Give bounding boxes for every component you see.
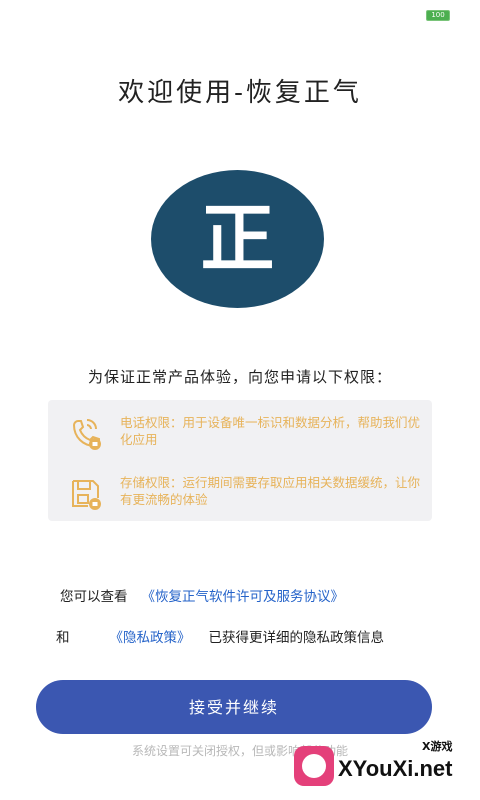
permission-list: 电话权限：用于设备唯一标识和数据分析，帮助我们优化应用 存储权限：运行期间需要存… (48, 400, 432, 521)
agreement-and: 和 (56, 630, 70, 646)
accept-continue-button[interactable]: 接受并继续 (36, 680, 432, 734)
agreement-prefix: 您可以查看 (60, 589, 128, 605)
permission-text-phone: 电话权限：用于设备唯一标识和数据分析，帮助我们优化应用 (120, 415, 421, 447)
app-logo: 正 (151, 170, 324, 308)
gamepad-logo-icon (294, 746, 334, 786)
watermark-sub: X游戏 (422, 740, 453, 753)
site-watermark: X游戏 XYouXi.net (294, 736, 474, 792)
agreement-line-1: 您可以查看 《恢复正气软件许可及服务协议》 (60, 585, 344, 605)
storage-icon (68, 476, 104, 512)
agreement-suffix: 已获得更详细的隐私政策信息 (208, 630, 385, 646)
permission-text-storage: 存储权限：运行期间需要存取应用相关数据缓统，让你有更流畅的体验 (120, 475, 421, 507)
battery-icon: 100 (426, 10, 450, 21)
watermark-main: XYouXi.net (338, 756, 453, 781)
license-agreement-link[interactable]: 《恢复正气软件许可及服务协议》 (142, 589, 345, 605)
privacy-policy-link[interactable]: 《隐私政策》 (110, 630, 191, 646)
permission-intro: 为保证正常产品体验，向您申请以下权限： (87, 368, 392, 386)
agreement-line-2: 和 《隐私政策》 已获得更详细的隐私政策信息 (56, 626, 384, 646)
phone-icon (68, 416, 104, 452)
status-bar: 100 (0, 0, 480, 30)
logo-char: 正 (200, 196, 275, 282)
page-title: 欢迎使用-恢复正气 (118, 78, 362, 108)
